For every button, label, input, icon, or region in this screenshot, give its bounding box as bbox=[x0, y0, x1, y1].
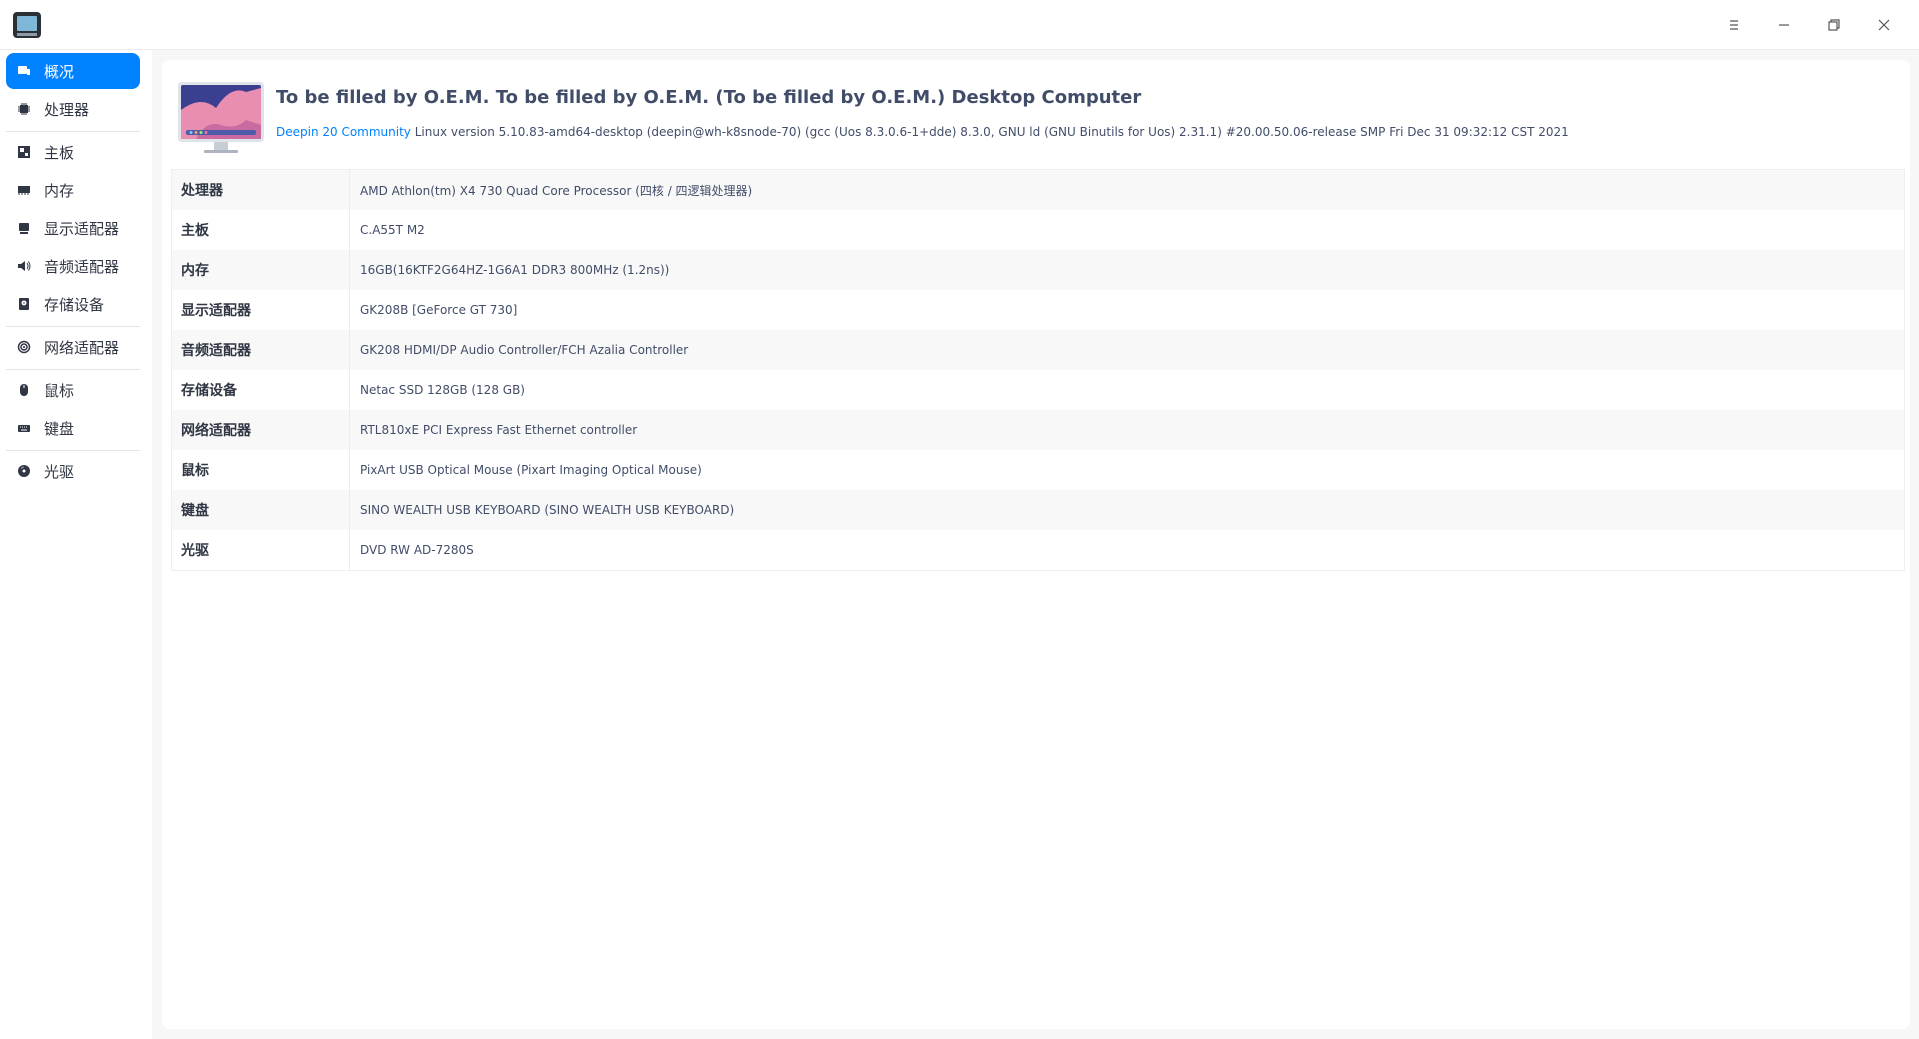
sidebar-item-network[interactable]: 网络适配器 bbox=[6, 329, 140, 365]
kernel-info: Linux version 5.10.83-amd64-desktop (dee… bbox=[410, 125, 1569, 139]
minimize-icon bbox=[1779, 23, 1789, 26]
mouse-icon bbox=[16, 382, 32, 398]
sidebar-item-label: 键盘 bbox=[44, 419, 75, 438]
table-row: 键盘 SINO WEALTH USB KEYBOARD (SINO WEALTH … bbox=[172, 490, 1904, 530]
table-row: 音频适配器 GK208 HDMI/DP Audio Controller/FCH … bbox=[172, 330, 1904, 370]
overview-icon bbox=[16, 63, 32, 79]
row-key: 音频适配器 bbox=[172, 330, 350, 370]
sidebar-item-label: 音频适配器 bbox=[44, 257, 120, 276]
sidebar-item-label: 网络适配器 bbox=[44, 338, 120, 357]
divider bbox=[6, 369, 140, 370]
sidebar-item-display-adapter[interactable]: 显示适配器 bbox=[6, 210, 140, 246]
display-adapter-icon bbox=[16, 220, 32, 236]
keyboard-icon bbox=[16, 420, 32, 436]
restore-button[interactable] bbox=[1809, 0, 1859, 50]
divider bbox=[6, 326, 140, 327]
table-row: 内存 16GB(16KTF2G64HZ-1G6A1 DDR3 800MHz (1.… bbox=[172, 250, 1904, 290]
row-value: PixArt USB Optical Mouse (Pixart Imaging… bbox=[360, 463, 702, 477]
restore-icon bbox=[1828, 18, 1840, 31]
row-value: RTL810xE PCI Express Fast Ethernet contr… bbox=[360, 423, 638, 437]
row-value: SINO WEALTH USB KEYBOARD (SINO WEALTH US… bbox=[360, 503, 735, 517]
row-key: 主板 bbox=[172, 210, 350, 250]
sidebar: 概况 处理器 主板 内存 显示适配器 音频适配器 存储设备 网络适配器 鼠标 键… bbox=[0, 50, 152, 1039]
sidebar-item-keyboard[interactable]: 键盘 bbox=[6, 410, 140, 446]
optical-drive-icon bbox=[16, 463, 32, 479]
table-row: 网络适配器 RTL810xE PCI Express Fast Ethernet … bbox=[172, 410, 1904, 450]
row-key: 光驱 bbox=[172, 530, 350, 570]
row-value: GK208B [GeForce GT 730] bbox=[360, 303, 518, 317]
storage-icon bbox=[16, 296, 32, 312]
window-controls bbox=[1709, 0, 1909, 50]
sidebar-item-label: 存储设备 bbox=[44, 295, 105, 314]
row-key: 键盘 bbox=[172, 490, 350, 530]
sidebar-item-label: 处理器 bbox=[44, 100, 90, 119]
hardware-summary-table: 处理器 AMD Athlon(tm) X4 730 Quad Core Proce… bbox=[171, 169, 1905, 571]
table-row: 显示适配器 GK208B [GeForce GT 730] bbox=[172, 290, 1904, 330]
table-row: 鼠标 PixArt USB Optical Mouse (Pixart Imagi… bbox=[172, 450, 1904, 490]
row-value: 16GB(16KTF2G64HZ-1G6A1 DDR3 800MHz (1.2n… bbox=[360, 263, 670, 277]
row-key: 显示适配器 bbox=[172, 290, 350, 330]
table-row: 处理器 AMD Athlon(tm) X4 730 Quad Core Proce… bbox=[172, 170, 1904, 210]
audio-icon bbox=[16, 258, 32, 274]
minimize-button[interactable] bbox=[1759, 0, 1809, 50]
sidebar-item-motherboard[interactable]: 主板 bbox=[6, 134, 140, 170]
table-row: 光驱 DVD RW AD-7280S bbox=[172, 530, 1904, 570]
menu-button[interactable] bbox=[1709, 0, 1759, 50]
sidebar-item-memory[interactable]: 内存 bbox=[6, 172, 140, 208]
network-icon bbox=[16, 339, 32, 355]
row-value: GK208 HDMI/DP Audio Controller/FCH Azali… bbox=[360, 343, 689, 357]
sidebar-item-label: 内存 bbox=[44, 181, 75, 200]
divider bbox=[6, 450, 140, 451]
sidebar-item-label: 鼠标 bbox=[44, 381, 75, 400]
row-key: 鼠标 bbox=[172, 450, 350, 490]
table-row: 主板 C.A55T M2 bbox=[172, 210, 1904, 250]
sidebar-item-overview[interactable]: 概况 bbox=[6, 53, 140, 89]
sidebar-item-label: 概况 bbox=[44, 62, 75, 81]
divider bbox=[6, 131, 140, 132]
row-key: 存储设备 bbox=[172, 370, 350, 410]
sidebar-item-optical-drive[interactable]: 光驱 bbox=[6, 453, 140, 489]
row-key: 处理器 bbox=[172, 170, 350, 210]
overview-panel: To be filled by O.E.M. To be filled by O… bbox=[162, 60, 1910, 1029]
hamburger-menu-icon bbox=[1730, 19, 1738, 30]
cpu-icon bbox=[16, 101, 32, 117]
sidebar-item-storage[interactable]: 存储设备 bbox=[6, 286, 140, 322]
desktop-computer-icon bbox=[178, 82, 264, 153]
memory-icon bbox=[16, 182, 32, 198]
sidebar-item-cpu[interactable]: 处理器 bbox=[6, 91, 140, 127]
close-button[interactable] bbox=[1859, 0, 1909, 50]
row-value: AMD Athlon(tm) X4 730 Quad Core Processo… bbox=[360, 183, 753, 198]
os-info: Deepin 20 Community Linux version 5.10.8… bbox=[276, 125, 1569, 139]
row-value: DVD RW AD-7280S bbox=[360, 543, 474, 557]
sidebar-item-label: 光驱 bbox=[44, 462, 75, 481]
os-link[interactable]: Deepin 20 Community bbox=[276, 125, 411, 139]
sidebar-item-label: 主板 bbox=[44, 143, 75, 162]
sidebar-item-audio-adapter[interactable]: 音频适配器 bbox=[6, 248, 140, 284]
close-icon bbox=[1878, 19, 1890, 30]
row-value: C.A55T M2 bbox=[360, 223, 425, 237]
table-row: 存储设备 Netac SSD 128GB (128 GB) bbox=[172, 370, 1904, 410]
motherboard-icon bbox=[16, 144, 32, 160]
row-key: 网络适配器 bbox=[172, 410, 350, 450]
row-value: Netac SSD 128GB (128 GB) bbox=[360, 383, 525, 397]
row-key: 内存 bbox=[172, 250, 350, 290]
computer-monitor-icon bbox=[13, 11, 41, 38]
sidebar-item-label: 显示适配器 bbox=[44, 219, 120, 238]
device-title: To be filled by O.E.M. To be filled by O… bbox=[276, 87, 1142, 108]
title-bar bbox=[0, 0, 1919, 50]
sidebar-item-mouse[interactable]: 鼠标 bbox=[6, 372, 140, 408]
